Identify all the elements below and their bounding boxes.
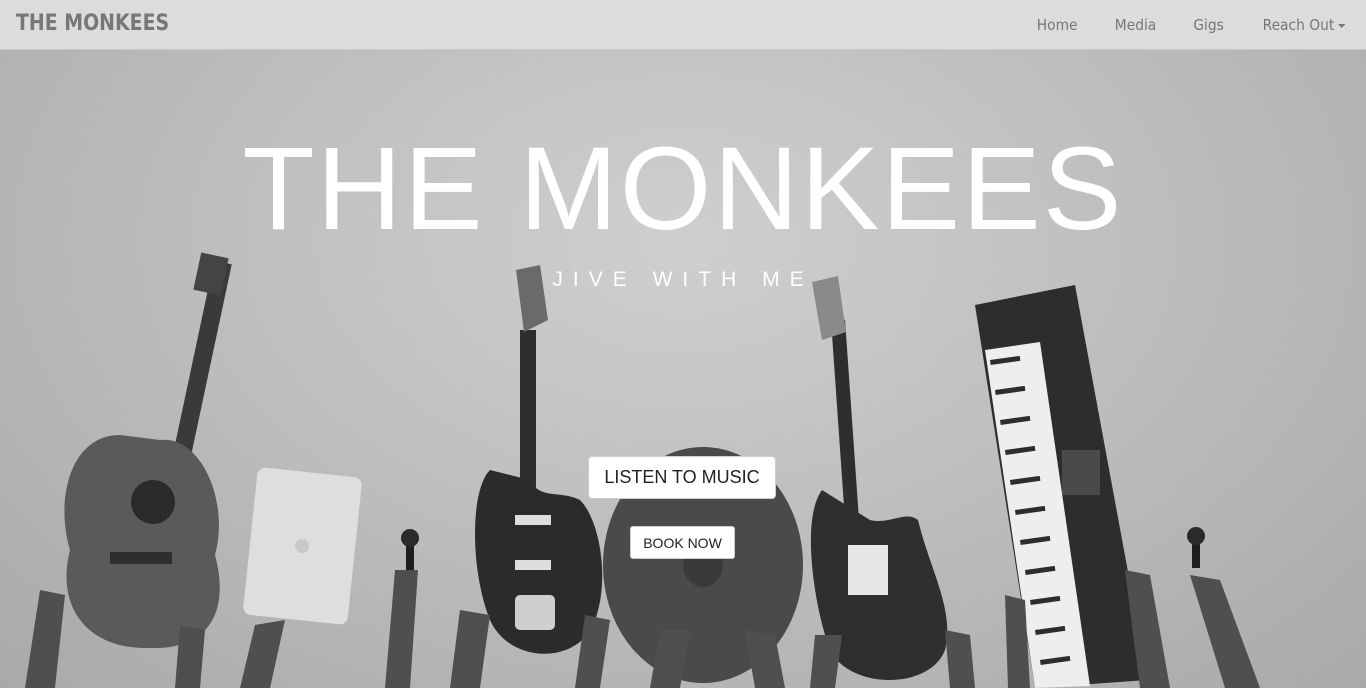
nav-item-gigs[interactable]: Gigs	[1178, 16, 1240, 34]
nav-item-media[interactable]: Media	[1099, 16, 1172, 34]
keyboard-illustration	[975, 285, 1148, 688]
hero-subtitle: JIVE WITH ME	[552, 268, 814, 291]
nav-item-label: Home	[1036, 16, 1078, 34]
book-now-button[interactable]: BOOK NOW	[630, 526, 735, 559]
nav-item-label: Gigs	[1193, 16, 1224, 34]
nav-item-home[interactable]: Home	[1021, 16, 1093, 34]
acoustic-guitar-illustration	[64, 252, 232, 649]
hero-section: THE MONKEES JIVE WITH ME LISTEN TO MUSIC…	[0, 50, 1366, 688]
nav-item-reach-out[interactable]: Reach Out	[1247, 16, 1361, 34]
brand-logo[interactable]: THE MONKEES	[16, 11, 169, 36]
bass-guitar-illustration	[810, 276, 948, 680]
nav-menu: Home Media Gigs Reach Out	[1018, 0, 1366, 50]
nav-item-label: Media	[1114, 16, 1157, 34]
nav-item-label: Reach Out	[1262, 16, 1335, 34]
listen-to-music-button[interactable]: LISTEN TO MUSIC	[588, 456, 776, 499]
caret-down-icon	[1338, 24, 1346, 28]
electric-guitar-illustration	[475, 265, 603, 654]
tablet-illustration	[243, 467, 362, 625]
hero-title: THE MONKEES	[242, 123, 1124, 255]
navbar: THE MONKEES Home Media Gigs Reach Out	[0, 0, 1366, 50]
